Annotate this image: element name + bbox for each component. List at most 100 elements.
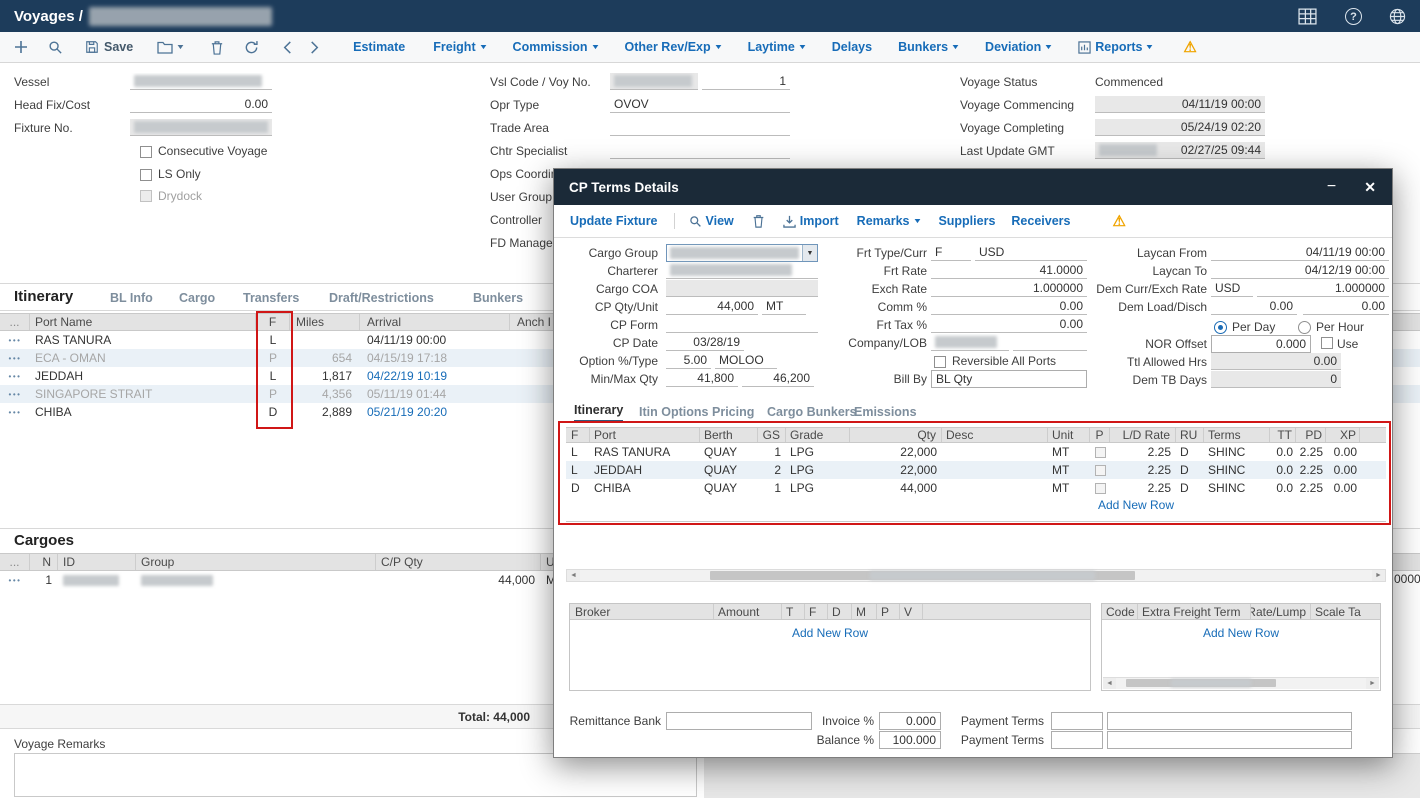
dem-disch-field[interactable]: 0.00 xyxy=(1303,298,1389,315)
cargo-group-combo[interactable]: ▼ xyxy=(666,244,818,262)
per-hour-radio[interactable] xyxy=(1298,321,1311,334)
delete-icon[interactable] xyxy=(752,214,765,228)
folder-menu-button[interactable]: ▼ xyxy=(157,40,184,54)
chtr-specialist-field[interactable] xyxy=(610,142,790,159)
globe-icon[interactable] xyxy=(1389,8,1406,25)
delete-icon[interactable] xyxy=(210,40,224,55)
cp-qty-field[interactable]: 44,000 xyxy=(666,298,758,315)
scroll-right-arrow[interactable]: ► xyxy=(1366,678,1379,689)
close-button[interactable]: ✕ xyxy=(1364,180,1376,194)
per-day-radio[interactable] xyxy=(1214,321,1227,334)
payment-terms-code-input[interactable] xyxy=(1051,731,1103,749)
consecutive-voyage-checkbox[interactable] xyxy=(140,146,152,158)
payment-terms-desc-input[interactable] xyxy=(1107,731,1352,749)
row-menu-button[interactable]: ••• xyxy=(0,349,30,367)
menu-deviation[interactable]: Deviation▼ xyxy=(985,40,1052,54)
save-button[interactable]: Save xyxy=(85,40,133,54)
refresh-icon[interactable] xyxy=(244,40,259,55)
min-qty-field[interactable]: 41,800 xyxy=(666,370,738,387)
reversible-checkbox[interactable] xyxy=(934,356,946,368)
charterer-field[interactable] xyxy=(666,262,818,279)
menu-commission[interactable]: Commission▼ xyxy=(513,40,599,54)
company-field[interactable] xyxy=(931,334,1009,351)
next-button[interactable] xyxy=(310,41,319,54)
tab-emissions[interactable]: Emissions xyxy=(854,405,917,419)
tab-pricing[interactable]: Pricing xyxy=(712,405,754,419)
dem-load-field[interactable]: 0.00 xyxy=(1211,298,1297,315)
laycan-from-field[interactable]: 04/11/19 00:00 xyxy=(1211,244,1389,261)
arrival-link[interactable]: 04/22/19 10:19 xyxy=(360,367,510,385)
import-button[interactable]: Import xyxy=(783,214,839,228)
extra-grid-hscrollbar[interactable]: ◄ ► xyxy=(1103,677,1379,689)
tab-itin-options[interactable]: Itin Options xyxy=(639,405,708,419)
vessel-field[interactable] xyxy=(130,73,272,90)
head-fix-field[interactable]: 0.00 xyxy=(130,96,272,113)
scroll-left-arrow[interactable]: ◄ xyxy=(1103,678,1116,689)
add-new-row-link[interactable]: Add New Row xyxy=(570,626,1090,640)
scroll-track[interactable] xyxy=(1116,678,1366,689)
cp-date-field[interactable]: 03/28/19 xyxy=(666,334,744,351)
menu-reports[interactable]: Reports▼ xyxy=(1078,40,1153,54)
grid-view-icon[interactable] xyxy=(1298,8,1317,25)
tab-transfers[interactable]: Transfers xyxy=(243,291,299,305)
receivers-button[interactable]: Receivers xyxy=(1011,214,1070,228)
frt-tax-field[interactable]: 0.00 xyxy=(931,316,1087,333)
menu-freight[interactable]: Freight▼ xyxy=(433,40,486,54)
option-pct-field[interactable]: 5.00 xyxy=(666,352,711,369)
extra-freight-grid-header: Code Extra Freight Term Rate/Lump Scale … xyxy=(1102,604,1380,620)
scroll-left-arrow[interactable]: ◄ xyxy=(567,570,580,581)
tab-draft-restrictions[interactable]: Draft/Restrictions xyxy=(329,291,434,305)
trade-area-field[interactable] xyxy=(610,119,790,136)
laycan-to-field[interactable]: 04/12/19 00:00 xyxy=(1211,262,1389,279)
arrival-link[interactable]: 05/21/19 20:20 xyxy=(360,403,510,421)
add-new-row-link[interactable]: Add New Row xyxy=(1102,626,1380,640)
dem-exch-field[interactable]: 1.000000 xyxy=(1257,280,1389,297)
suppliers-button[interactable]: Suppliers xyxy=(938,214,995,228)
dialog-header[interactable]: CP Terms Details − ✕ xyxy=(554,169,1392,205)
row-menu-button[interactable]: ••• xyxy=(0,571,30,589)
warning-icon[interactable]: ⚠ xyxy=(1112,212,1125,230)
voyage-remarks-input[interactable] xyxy=(14,753,697,797)
view-button[interactable]: View xyxy=(689,214,734,228)
tab-bl-info[interactable]: BL Info xyxy=(110,291,153,305)
help-icon[interactable]: ? xyxy=(1345,8,1362,25)
broker-grid-header: Broker Amount T F D M P V xyxy=(570,604,1090,620)
payment-terms-desc-input[interactable] xyxy=(1107,712,1352,730)
nor-use-checkbox[interactable] xyxy=(1321,337,1333,349)
dem-curr-field[interactable]: USD xyxy=(1211,280,1253,297)
remarks-menu[interactable]: Remarks▼ xyxy=(857,214,921,228)
invoice-pct-field[interactable]: 0.000 xyxy=(879,712,941,730)
payment-terms-code-input[interactable] xyxy=(1051,712,1103,730)
option-type-field[interactable]: MOLOO xyxy=(715,352,777,369)
menu-laytime[interactable]: Laytime▼ xyxy=(748,40,806,54)
tab-cargo[interactable]: Cargo xyxy=(179,291,215,305)
cp-terms-details-dialog: CP Terms Details − ✕ Update Fixture View… xyxy=(553,168,1393,758)
grid-hscrollbar[interactable]: ◄ ► xyxy=(566,569,1386,582)
frt-type-field[interactable]: F xyxy=(931,244,971,261)
menu-delays[interactable]: Delays xyxy=(832,40,872,54)
minimize-button[interactable]: − xyxy=(1327,179,1336,195)
add-icon[interactable] xyxy=(14,40,28,54)
scroll-track[interactable] xyxy=(580,570,1372,581)
row-menu-button[interactable]: ••• xyxy=(0,331,30,349)
row-menu-button[interactable]: ••• xyxy=(0,385,30,403)
tab-cargo-bunkers[interactable]: Cargo Bunkers xyxy=(767,405,857,419)
scroll-right-arrow[interactable]: ► xyxy=(1372,570,1385,581)
opr-type-field[interactable]: OVOV xyxy=(610,96,790,113)
row-menu-button[interactable]: ••• xyxy=(0,403,30,421)
menu-estimate[interactable]: Estimate xyxy=(353,40,405,54)
menu-other-rev-exp[interactable]: Other Rev/Exp▼ xyxy=(625,40,722,54)
prev-button[interactable] xyxy=(283,41,292,54)
update-fixture-button[interactable]: Update Fixture xyxy=(570,214,658,228)
tab-bunkers[interactable]: Bunkers xyxy=(473,291,523,305)
nor-offset-field[interactable]: 0.000 xyxy=(1211,335,1311,353)
ls-only-checkbox[interactable] xyxy=(140,169,152,181)
cp-form-field[interactable] xyxy=(666,316,818,333)
menu-bunkers[interactable]: Bunkers▼ xyxy=(898,40,959,54)
tab-itinerary[interactable]: Itinerary xyxy=(574,403,623,422)
voy-no-field[interactable]: 1 xyxy=(702,73,790,90)
cargoes-total: Total: 44,000 xyxy=(371,710,536,724)
warning-icon[interactable]: ⚠ xyxy=(1183,38,1196,56)
row-menu-button[interactable]: ••• xyxy=(0,367,30,385)
search-icon[interactable] xyxy=(48,40,63,55)
